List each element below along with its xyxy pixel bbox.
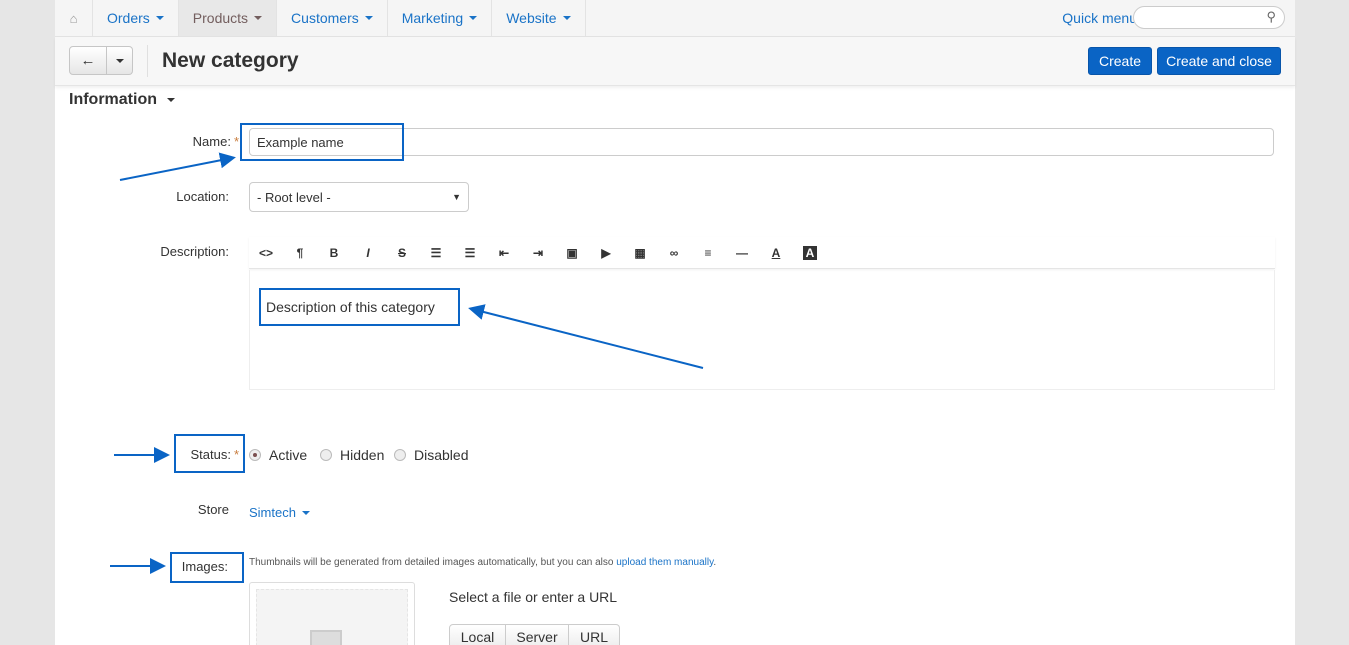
- video-icon[interactable]: ▶: [589, 246, 623, 260]
- quick-menu-link[interactable]: Quick menu: [1062, 10, 1137, 26]
- search-input[interactable]: ⚲: [1133, 6, 1285, 29]
- caret-down-icon: [167, 97, 175, 102]
- create-button[interactable]: Create: [1088, 47, 1152, 75]
- caret-down-icon: [562, 16, 571, 20]
- back-button[interactable]: ←: [69, 46, 107, 75]
- store-dropdown[interactable]: Simtech: [249, 505, 310, 520]
- status-hidden-radio[interactable]: Hidden: [320, 447, 384, 463]
- strikethrough-icon[interactable]: S: [385, 246, 419, 260]
- caret-down-icon: [254, 16, 263, 20]
- italic-icon[interactable]: I: [351, 246, 385, 260]
- create-and-close-button[interactable]: Create and close: [1157, 47, 1281, 75]
- radio-icon: [394, 449, 406, 461]
- status-disabled-radio[interactable]: Disabled: [394, 447, 468, 463]
- annotation-box-name: [240, 123, 404, 161]
- url-button[interactable]: URL: [569, 624, 620, 645]
- radio-checked-icon: [249, 449, 261, 461]
- back-button-group: ←: [69, 46, 133, 75]
- indent-icon[interactable]: ⇥: [521, 246, 555, 260]
- select-arrow-icon: ▼: [452, 192, 461, 202]
- caret-down-icon: [155, 16, 164, 20]
- annotation-box-status: [174, 434, 245, 473]
- location-select[interactable]: - Root level - ▼: [249, 182, 469, 212]
- caret-down-icon: [301, 510, 310, 515]
- nav-marketing[interactable]: Marketing: [388, 0, 493, 36]
- page-title: New category: [162, 49, 299, 72]
- status-active-radio[interactable]: Active: [249, 447, 307, 463]
- editor-toolbar: <> ¶ B I S ☰ ☰ ⇤ ⇥ ▣ ▶ ▦ ∞ ≡ — A A: [249, 237, 1275, 269]
- name-label: Name: *: [192, 134, 239, 149]
- select-file-text: Select a file or enter a URL: [449, 589, 618, 605]
- store-label: Store: [197, 502, 229, 517]
- html-icon[interactable]: <>: [249, 246, 283, 260]
- top-nav: ⌂ Orders Products Customers Marketing We…: [55, 0, 1295, 37]
- annotation-box-images: [170, 552, 244, 583]
- nav-website[interactable]: Website: [492, 0, 586, 36]
- annotation-box-description: [259, 288, 460, 326]
- section-information[interactable]: Information: [69, 91, 175, 109]
- align-icon[interactable]: ≡: [691, 246, 725, 260]
- home-icon: ⌂: [69, 10, 78, 26]
- table-icon[interactable]: ▦: [623, 246, 657, 260]
- image-source-buttons: Local Server URL: [449, 624, 620, 645]
- image-placeholder-icon: [310, 630, 342, 645]
- home-button[interactable]: ⌂: [55, 0, 93, 36]
- server-button[interactable]: Server: [506, 624, 569, 645]
- arrow-left-icon: ←: [80, 52, 96, 69]
- caret-down-icon: [115, 58, 124, 63]
- font-color-icon[interactable]: A: [759, 246, 793, 260]
- nav-customers[interactable]: Customers: [277, 0, 388, 36]
- nav-products[interactable]: Products: [178, 0, 278, 36]
- ordered-list-icon[interactable]: ☰: [453, 246, 487, 260]
- image-icon[interactable]: ▣: [555, 246, 589, 260]
- unordered-list-icon[interactable]: ☰: [419, 246, 453, 260]
- background-color-icon[interactable]: A: [803, 245, 817, 260]
- caret-down-icon: [364, 16, 373, 20]
- description-label: Description:: [160, 244, 229, 259]
- divider: [147, 45, 148, 77]
- title-bar: ← New category Create Create and close: [55, 37, 1295, 86]
- search-icon[interactable]: ⚲: [1266, 9, 1276, 25]
- bold-icon[interactable]: B: [317, 246, 351, 260]
- caret-down-icon: [469, 16, 478, 20]
- back-dropdown-button[interactable]: [107, 46, 133, 75]
- horizontal-rule-icon[interactable]: —: [725, 246, 759, 260]
- image-thumbnail: [249, 582, 415, 645]
- radio-icon: [320, 449, 332, 461]
- link-icon[interactable]: ∞: [657, 246, 691, 260]
- page: ⌂ Orders Products Customers Marketing We…: [55, 0, 1295, 645]
- images-hint: Thumbnails will be generated from detail…: [249, 557, 717, 568]
- nav-orders[interactable]: Orders: [93, 0, 179, 36]
- location-label: Location:: [176, 189, 229, 204]
- upload-manually-link[interactable]: upload them manually: [616, 557, 713, 568]
- outdent-icon[interactable]: ⇤: [487, 246, 521, 260]
- local-button[interactable]: Local: [449, 624, 506, 645]
- paragraph-icon[interactable]: ¶: [283, 246, 317, 260]
